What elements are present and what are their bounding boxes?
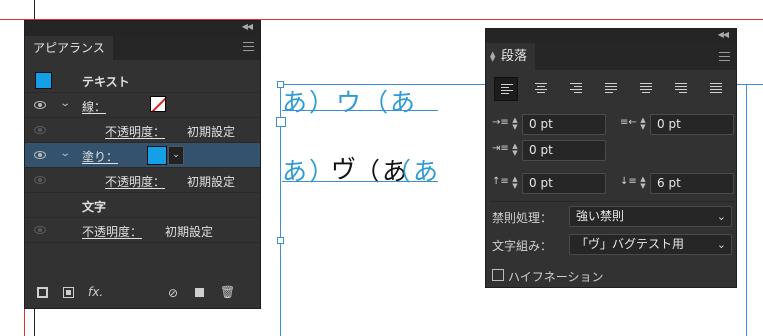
- justify-center-button[interactable]: [634, 77, 658, 101]
- space-after-input[interactable]: 6 pt: [650, 173, 734, 194]
- panel-menu-icon[interactable]: [243, 42, 254, 51]
- panel-drag-bar[interactable]: ◀◀: [486, 29, 736, 43]
- space-after-icon: ↓≡: [620, 176, 637, 187]
- mojikumi-label: 文字組み：: [492, 239, 553, 253]
- text-color-swatch[interactable]: [35, 72, 52, 89]
- paragraph-tab-bar: ▲ ▼ 段落: [486, 43, 736, 70]
- right-indent-stepper[interactable]: ▲ ▼: [638, 117, 648, 131]
- collapse-icon[interactable]: ◀◀: [718, 30, 729, 39]
- opacity-label[interactable]: 不透明度：: [82, 223, 142, 240]
- text-label: テキスト: [82, 75, 130, 89]
- space-before-input[interactable]: 0 pt: [522, 173, 606, 194]
- eye-icon[interactable]: [34, 226, 46, 234]
- row-fill-opacity[interactable]: 不透明度： 初期設定: [25, 168, 260, 193]
- clear-appearance-icon[interactable]: ⊘: [168, 286, 178, 300]
- appearance-panel: ◀◀ アピアランス テキスト ⌄ 線： 不透明度： 初期設定 ⌄ 塗り： ⌄ 不…: [24, 20, 261, 309]
- right-indent-input[interactable]: 0 pt: [650, 114, 734, 135]
- collapse-icon[interactable]: ◀◀: [242, 22, 253, 31]
- align-left-button[interactable]: [494, 77, 518, 101]
- trash-icon[interactable]: 🗑: [220, 285, 235, 299]
- fill-color-swatch[interactable]: [147, 146, 167, 165]
- tab-appearance[interactable]: アピアランス: [25, 36, 113, 60]
- justify-right-button[interactable]: [669, 77, 693, 101]
- justify-left-button[interactable]: [599, 77, 623, 101]
- hyphenation-label[interactable]: ハイフネーション: [508, 268, 604, 285]
- divider: [490, 201, 734, 202]
- line-2-underline: [282, 181, 438, 182]
- sort-arrows-icon[interactable]: ▲ ▼: [490, 50, 497, 62]
- eye-icon[interactable]: [34, 151, 46, 159]
- first-line-indent-input[interactable]: 0 pt: [522, 140, 606, 161]
- paragraph-panel: ◀◀ ▲ ▼ 段落 →≡ ▲ ▼ 0 pt ≡← ▲ ▼ 0 pt ⇥≡ ▲ ▼…: [485, 28, 737, 288]
- fill-opacity-value: 初期設定: [187, 175, 236, 189]
- panel-drag-bar[interactable]: ◀◀: [25, 21, 260, 36]
- chevron-down-icon[interactable]: ⌄: [59, 98, 71, 109]
- align-right-button[interactable]: [564, 77, 588, 101]
- frame-handle-mid-left[interactable]: [277, 237, 284, 244]
- row-text[interactable]: テキスト: [25, 68, 260, 93]
- kinsoku-value: 強い禁則: [576, 209, 625, 223]
- left-indent-icon: →≡: [492, 117, 509, 128]
- frame-guide-right: [746, 84, 747, 336]
- mojikumi-select[interactable]: 「ヴ」バグテスト用 ⌄: [569, 234, 732, 255]
- stroke-label[interactable]: 線：: [82, 98, 106, 115]
- canvas-text-line-2-right[interactable]: （あ: [386, 152, 440, 188]
- stroke-opacity-label[interactable]: 不透明度：: [105, 123, 165, 140]
- fill-opacity-label[interactable]: 不透明度：: [105, 173, 165, 190]
- appearance-bottom-toolbar: fx. ⊘ 🗑: [25, 282, 260, 308]
- opacity-value: 初期設定: [165, 225, 214, 239]
- panel-menu-icon[interactable]: [719, 52, 730, 61]
- characters-label: 文字: [82, 200, 107, 214]
- appearance-tab-bar: アピアランス: [25, 36, 260, 60]
- fill-dropdown-button[interactable]: ⌄: [168, 146, 184, 165]
- canvas-text-line-1[interactable]: あ）ウ（あ: [282, 83, 417, 119]
- eye-icon[interactable]: [34, 101, 46, 109]
- kinsoku-label: 禁則処理：: [492, 211, 553, 225]
- first-line-indent-stepper[interactable]: ▲ ▼: [510, 143, 520, 157]
- stroke-opacity-value: 初期設定: [187, 125, 236, 139]
- add-fill-icon[interactable]: [63, 287, 74, 298]
- tab-paragraph[interactable]: ▲ ▼ 段落: [486, 43, 536, 70]
- eye-icon[interactable]: [34, 176, 46, 184]
- first-line-indent-icon: ⇥≡: [492, 143, 509, 154]
- chevron-down-icon[interactable]: ⌄: [59, 148, 71, 159]
- hyphenation-checkbox[interactable]: [492, 269, 504, 281]
- mojikumi-value: 「ヴ」バグテスト用: [576, 237, 685, 251]
- kinsoku-select[interactable]: 強い禁則 ⌄: [569, 206, 732, 227]
- justify-all-button[interactable]: [704, 77, 728, 101]
- left-indent-stepper[interactable]: ▲ ▼: [510, 117, 520, 131]
- canvas-text-line-2-left[interactable]: あ）: [282, 152, 336, 188]
- chevron-down-icon: ⌄: [716, 238, 726, 251]
- space-before-stepper[interactable]: ▲ ▼: [510, 176, 520, 190]
- row-characters[interactable]: 文字: [25, 193, 260, 218]
- effects-fx-icon[interactable]: fx.: [88, 285, 103, 299]
- stroke-none-swatch[interactable]: [150, 96, 166, 112]
- space-after-stepper[interactable]: ▲ ▼: [638, 176, 648, 190]
- fill-label[interactable]: 塗り：: [82, 148, 118, 165]
- add-stroke-icon[interactable]: [37, 287, 48, 298]
- row-opacity[interactable]: 不透明度： 初期設定: [25, 218, 260, 243]
- right-indent-icon: ≡←: [620, 117, 637, 128]
- tab-paragraph-label: 段落: [501, 49, 528, 64]
- alignment-buttons: [494, 77, 730, 101]
- space-before-icon: ↑≡: [492, 176, 509, 187]
- row-stroke-opacity[interactable]: 不透明度： 初期設定: [25, 118, 260, 143]
- duplicate-item-icon[interactable]: [195, 288, 204, 297]
- line-1-underline: [282, 110, 438, 111]
- align-center-button[interactable]: [529, 77, 553, 101]
- row-stroke[interactable]: ⌄ 線：: [25, 93, 260, 118]
- left-indent-input[interactable]: 0 pt: [522, 114, 606, 135]
- eye-icon[interactable]: [34, 126, 46, 134]
- row-fill[interactable]: ⌄ 塗り： ⌄: [25, 143, 260, 168]
- chevron-down-icon: ⌄: [716, 210, 726, 223]
